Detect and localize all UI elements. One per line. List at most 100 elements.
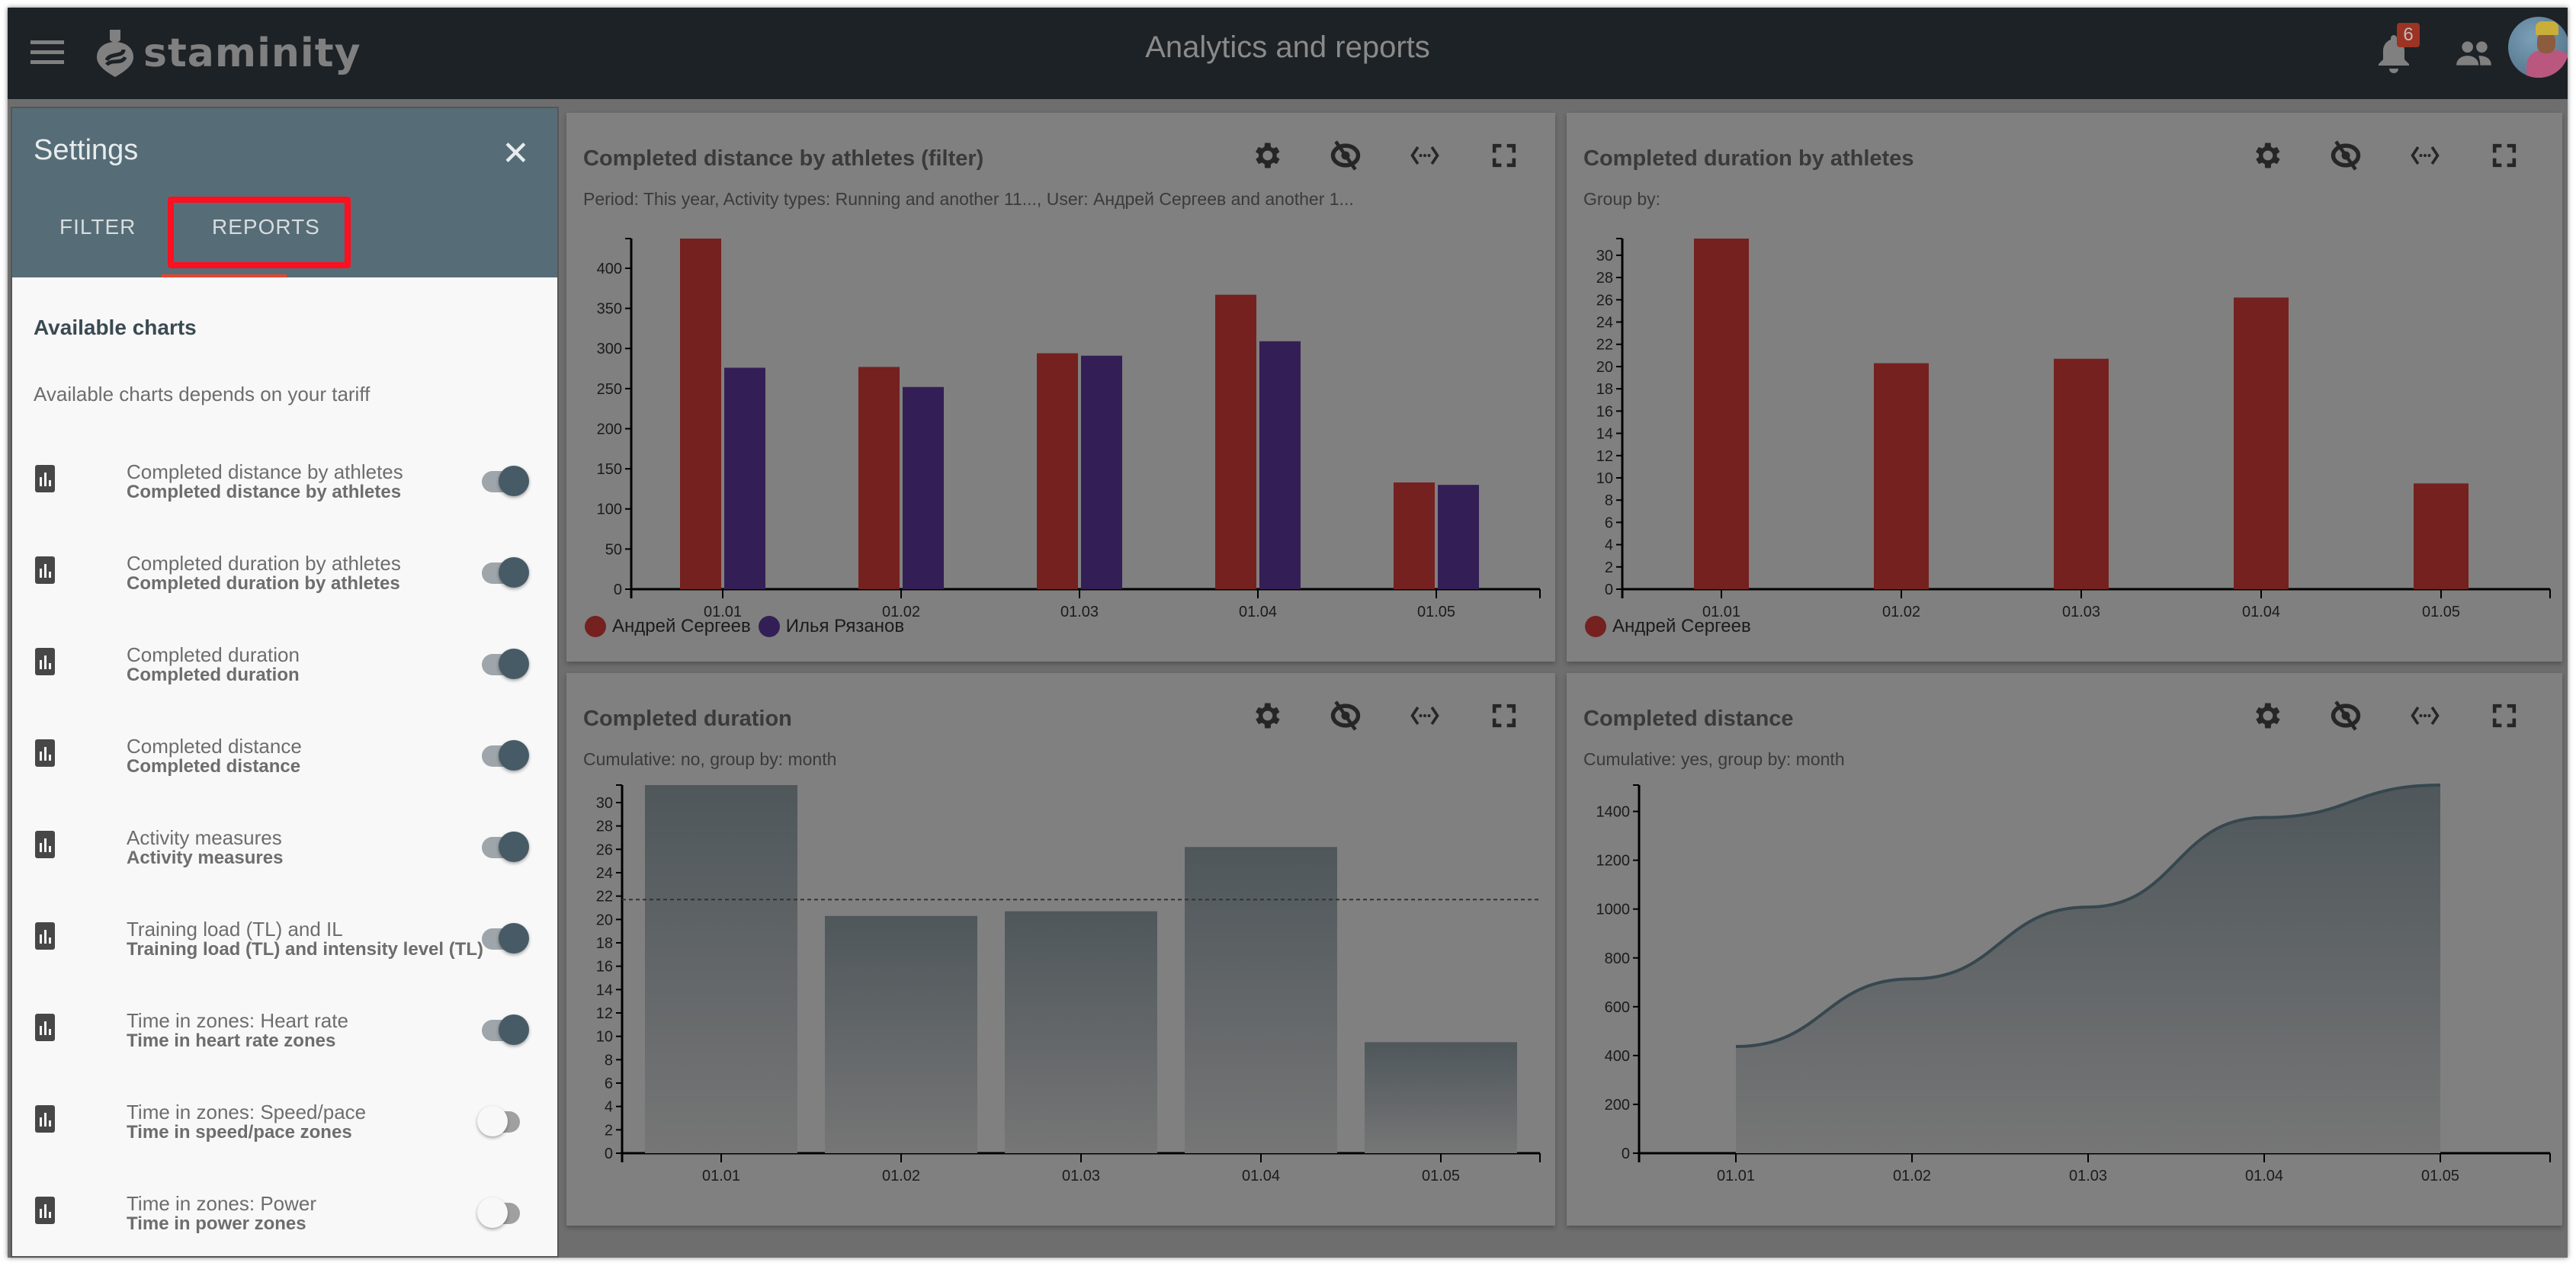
chart-toggle[interactable] — [477, 1106, 520, 1136]
y-tick-label: 18 — [596, 935, 613, 952]
chart-toggle[interactable] — [482, 923, 529, 954]
chart-list-item: Completed distance by athletes Completed … — [12, 444, 557, 535]
notification-badge: 6 — [2397, 23, 2420, 47]
chart-item-title: Activity measures — [127, 826, 282, 849]
bar-chart-icon — [35, 465, 55, 492]
chart-toggle[interactable] — [477, 1197, 520, 1228]
chart-item-subtitle: Time in heart rate zones — [127, 1030, 336, 1051]
legend-entry[interactable]: Илья Рязанов — [758, 616, 905, 637]
chart-list: Completed distance by athletes Completed … — [12, 444, 557, 1258]
bar — [680, 239, 721, 589]
bar — [1081, 355, 1122, 589]
bar — [2054, 358, 2109, 589]
chart-svg: 0 200 400 600 800 1000 1200 1400 01.01 01.02 01.03… — [1596, 784, 2551, 1184]
y-tick-label: 20 — [596, 912, 613, 928]
bar — [825, 915, 977, 1153]
bar-chart-icon — [35, 1014, 55, 1041]
y-tick-label: 600 — [1605, 999, 1630, 1016]
chart-toggle[interactable] — [482, 1014, 529, 1045]
bar — [2414, 483, 2469, 589]
bar-chart-icon — [35, 739, 55, 767]
chart-item-subtitle: Completed distance — [127, 756, 301, 777]
chart-card-duration-by-athletes: Completed duration by athletes Group by:… — [1567, 113, 2562, 662]
y-tick-label: 250 — [597, 381, 622, 398]
chart-toggle[interactable] — [482, 557, 529, 588]
chart-list-item: Completed duration by athletes Completed … — [12, 535, 557, 627]
legend-swatch — [585, 616, 606, 637]
y-tick-label: 24 — [596, 865, 613, 882]
chart-item-subtitle: Time in power zones — [127, 1213, 306, 1234]
bar-chart-icon — [35, 922, 55, 950]
x-tick-label: 01.03 — [2069, 1168, 2107, 1184]
bar — [724, 367, 765, 589]
bar — [1438, 485, 1479, 589]
legend-label: Андрей Сергеев — [1612, 616, 1751, 636]
y-tick-label: 2 — [1605, 559, 1613, 576]
y-tick-label: 10 — [1596, 470, 1613, 487]
y-tick-label: 24 — [1596, 315, 1613, 332]
chart-item-subtitle: Time in speed/pace zones — [127, 1122, 352, 1143]
legend-entry[interactable]: Андрей Сергеев — [1585, 616, 1751, 637]
legend-swatch — [758, 616, 780, 637]
y-tick-label: 16 — [1596, 403, 1613, 420]
y-tick-label: 50 — [605, 541, 622, 558]
chart-svg: 02468101214161820222426283001.01 01.02 01.… — [1596, 238, 2551, 620]
y-tick-label: 26 — [1596, 292, 1613, 309]
chart-legend: Андрей Сергеев — [1585, 616, 1759, 637]
legend-label: Илья Рязанов — [785, 616, 905, 636]
y-tick-label: 14 — [1596, 426, 1613, 443]
y-tick-label: 20 — [1596, 359, 1613, 376]
chart-toggle[interactable] — [482, 466, 529, 496]
y-tick-label: 1200 — [1596, 853, 1631, 870]
bar — [645, 785, 797, 1153]
chart-item-title: Completed distance by athletes — [127, 460, 403, 483]
y-tick-label: 30 — [1596, 248, 1613, 264]
y-tick-label: 26 — [596, 841, 613, 858]
chart-legend: Андрей Сергеев Илья Рязанов — [585, 616, 912, 637]
chart-toggle[interactable] — [482, 832, 529, 862]
chart-item-title: Time in zones: Speed/pace — [127, 1101, 367, 1123]
y-tick-label: 100 — [597, 502, 622, 518]
x-tick-label: 01.05 — [2422, 604, 2460, 620]
close-icon[interactable]: ✕ — [502, 137, 530, 171]
y-tick-label: 200 — [1605, 1097, 1630, 1114]
y-tick-label: 300 — [597, 341, 622, 357]
x-tick-label: 01.04 — [2242, 604, 2280, 620]
y-tick-label: 12 — [1596, 448, 1613, 465]
x-tick-label: 01.02 — [1882, 604, 1920, 620]
chart-card-completed-duration: Completed duration Cumulative: no, group… — [566, 673, 1555, 1226]
y-tick-label: 1000 — [1596, 902, 1631, 918]
x-tick-label: 01.02 — [1893, 1168, 1931, 1184]
bar — [1215, 294, 1256, 589]
people-icon[interactable] — [2455, 38, 2493, 69]
bar-chart-icon — [35, 1197, 55, 1224]
chart-list-item: Activity measures Activity measures — [12, 809, 557, 901]
chart-svg: 02468101214161820222426283001.01 01.02 01.… — [596, 784, 1541, 1184]
chart-list-item: Completed duration Completed duration — [12, 627, 557, 718]
bar-chart-icon — [35, 556, 55, 584]
y-tick-label: 28 — [1596, 270, 1613, 287]
app-window: staminity Analytics and reports 6 Settin… — [8, 8, 2568, 1258]
y-tick-label: 0 — [1622, 1146, 1630, 1162]
x-tick-label: 01.01 — [702, 1168, 740, 1184]
chart-toggle[interactable] — [482, 740, 529, 771]
y-tick-label: 10 — [596, 1029, 613, 1046]
tab-filter[interactable]: FILTER — [59, 215, 136, 239]
x-tick-label: 01.04 — [1242, 1168, 1280, 1184]
x-tick-label: 01.03 — [2062, 604, 2100, 620]
legend-entry[interactable]: Андрей Сергеев — [585, 616, 751, 637]
chart-toggle[interactable] — [482, 649, 529, 679]
x-tick-label: 01.05 — [2421, 1168, 2459, 1184]
y-tick-label: 28 — [596, 819, 613, 835]
x-tick-label: 01.04 — [1239, 604, 1277, 620]
chart-list-item: Training load (TL) and IL Training load (… — [12, 901, 557, 992]
avatar[interactable] — [2508, 17, 2568, 78]
bar — [1259, 341, 1301, 589]
bar — [1037, 353, 1078, 589]
y-tick-label: 30 — [596, 795, 613, 812]
chart-item-title: Time in zones: Power — [127, 1192, 317, 1215]
bar — [1694, 239, 1749, 589]
y-tick-label: 0 — [605, 1146, 613, 1162]
y-tick-label: 8 — [605, 1052, 613, 1069]
y-tick-label: 22 — [596, 889, 613, 905]
